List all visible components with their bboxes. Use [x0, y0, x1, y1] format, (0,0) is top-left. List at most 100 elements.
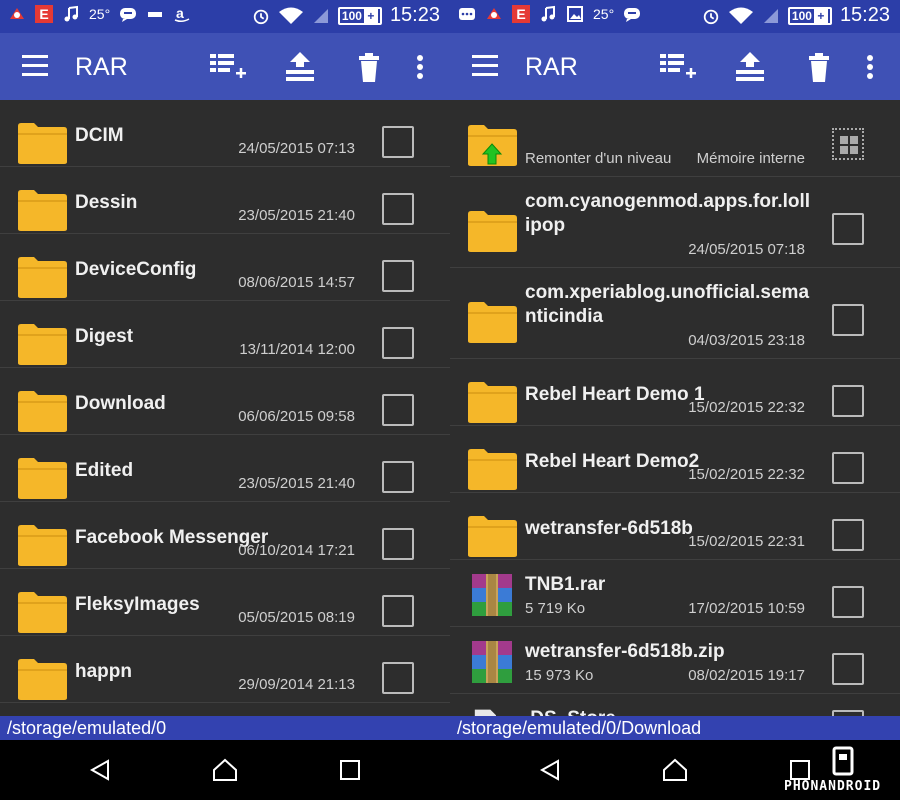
list-item[interactable]: Rebel Heart Demo 1 15/02/2015 22:32: [450, 359, 900, 426]
item-checkbox[interactable]: [382, 528, 414, 560]
delete-icon[interactable]: [352, 50, 392, 86]
select-all-icon[interactable]: [832, 128, 864, 160]
item-name: Download: [75, 393, 166, 414]
list-item[interactable]: TNB1.rar 5 719 Ko 17/02/2015 10:59: [450, 560, 900, 627]
folder-icon: [18, 190, 67, 231]
storage-label: Mémoire interne: [696, 150, 805, 167]
app-toolbar: RAR: [450, 33, 900, 100]
item-date: 15/02/2015 22:32: [688, 466, 805, 483]
list-item[interactable]: Edited 23/05/2015 21:40: [0, 435, 450, 502]
item-checkbox[interactable]: [832, 653, 864, 685]
image-icon: [566, 5, 584, 23]
list-item[interactable]: DeviceConfig 08/06/2015 14:57: [0, 234, 450, 301]
item-name: Rebel Heart Demo 1: [525, 384, 705, 405]
list-item[interactable]: DCIM 24/05/2015 07:13: [0, 100, 450, 167]
item-date: 15/02/2015 22:31: [688, 533, 805, 550]
rar-archive-icon: [472, 574, 512, 616]
item-checkbox[interactable]: [832, 213, 864, 245]
svg-text:a: a: [176, 5, 184, 21]
charging-indicator: +: [363, 8, 378, 23]
item-checkbox[interactable]: [382, 260, 414, 292]
current-path: /storage/emulated/0/Download: [450, 716, 900, 740]
list-item[interactable]: com.xperiablog.unofficial.semanticindia …: [450, 268, 900, 359]
item-checkbox[interactable]: [832, 452, 864, 484]
item-name: wetransfer-6d518b: [525, 518, 693, 539]
file-list: Remonter d'un niveau Mémoire interne com…: [450, 100, 900, 716]
current-path: /storage/emulated/0: [0, 716, 450, 740]
item-checkbox[interactable]: [832, 519, 864, 551]
add-to-archive-icon[interactable]: [658, 50, 698, 86]
wifi-icon: [728, 7, 754, 25]
e-icon: E: [512, 5, 530, 23]
item-date: 24/05/2015 07:18: [688, 241, 805, 258]
folder-icon: [468, 211, 517, 252]
item-date: 06/06/2015 09:58: [238, 408, 355, 425]
item-checkbox[interactable]: [382, 193, 414, 225]
list-item[interactable]: com.cyanogenmod.apps.for.lollipop 24/05/…: [450, 177, 900, 268]
add-to-archive-icon[interactable]: [208, 50, 248, 86]
item-date: 06/10/2014 17:21: [238, 542, 355, 559]
item-checkbox[interactable]: [382, 126, 414, 158]
item-checkbox[interactable]: [382, 595, 414, 627]
list-item[interactable]: Dessin 23/05/2015 21:40: [0, 167, 450, 234]
file-list: DCIM 24/05/2015 07:13 Dessin 23/05/2015 …: [0, 100, 450, 716]
list-item[interactable]: wetransfer-6d518b.zip 15 973 Ko 08/02/20…: [450, 627, 900, 694]
status-bar: E 25° a 100 + 15:23: [0, 0, 450, 33]
app-icon: [485, 5, 503, 23]
item-date: 05/05/2015 08:19: [238, 609, 355, 626]
folder-icon: [18, 257, 67, 298]
recent-apps-icon[interactable]: [338, 758, 362, 782]
item-name: .DS_Store: [525, 708, 616, 716]
list-item[interactable]: FleksyImages 05/05/2015 08:19: [0, 569, 450, 636]
back-icon[interactable]: [88, 758, 112, 782]
item-name: Dessin: [75, 192, 138, 213]
home-icon[interactable]: [662, 758, 687, 782]
list-item[interactable]: Facebook Messenger 06/10/2014 17:21: [0, 502, 450, 569]
item-checkbox[interactable]: [382, 394, 414, 426]
chat-icon: [458, 5, 476, 23]
menu-icon[interactable]: [472, 55, 498, 77]
delete-icon[interactable]: [802, 50, 842, 86]
navigation-bar: [0, 740, 450, 800]
parent-directory-row[interactable]: Remonter d'un niveau Mémoire interne: [450, 100, 900, 177]
item-date: 15/02/2015 22:32: [688, 399, 805, 416]
more-options-icon[interactable]: [410, 50, 430, 86]
extract-icon[interactable]: [732, 50, 772, 86]
app-icon: [8, 5, 26, 23]
item-checkbox[interactable]: [832, 586, 864, 618]
extract-icon[interactable]: [282, 50, 322, 86]
item-checkbox[interactable]: [832, 385, 864, 417]
list-item[interactable]: Download 06/06/2015 09:58: [0, 368, 450, 435]
list-item[interactable]: happn 29/09/2014 21:13: [0, 636, 450, 703]
home-icon[interactable]: [212, 758, 237, 782]
navigation-bar: PHONANDROID: [450, 740, 900, 800]
up-level-label: Remonter d'un niveau: [525, 150, 672, 167]
item-checkbox[interactable]: [382, 327, 414, 359]
folder-icon: [18, 525, 67, 566]
back-icon[interactable]: [538, 758, 562, 782]
e-icon: E: [35, 5, 53, 23]
item-date: 04/03/2015 23:18: [688, 332, 805, 349]
file-icon: [474, 709, 496, 716]
folder-icon: [468, 516, 517, 557]
watermark-text: PHONANDROID: [784, 779, 882, 794]
list-item[interactable]: .DS_Store: [450, 694, 900, 716]
watermark-icon: [832, 746, 854, 776]
item-checkbox[interactable]: [832, 304, 864, 336]
item-date: 13/11/2014 12:00: [239, 341, 355, 358]
folder-icon: [18, 391, 67, 432]
item-date: 23/05/2015 21:40: [238, 207, 355, 224]
menu-icon[interactable]: [22, 55, 48, 77]
item-checkbox[interactable]: [382, 662, 414, 694]
item-name: com.cyanogenmod.apps.for.lollipop: [525, 191, 811, 236]
item-date: 17/02/2015 10:59: [688, 600, 805, 617]
more-options-icon[interactable]: [860, 50, 880, 86]
message-icon: [623, 5, 641, 23]
list-item[interactable]: wetransfer-6d518b 15/02/2015 22:31: [450, 493, 900, 560]
list-item[interactable]: Digest 13/11/2014 12:00: [0, 301, 450, 368]
folder-icon: [18, 324, 67, 365]
item-checkbox[interactable]: [382, 461, 414, 493]
list-item[interactable]: Rebel Heart Demo2 15/02/2015 22:32: [450, 426, 900, 493]
item-name: DCIM: [75, 125, 124, 146]
battery-indicator: 100 +: [337, 6, 382, 25]
